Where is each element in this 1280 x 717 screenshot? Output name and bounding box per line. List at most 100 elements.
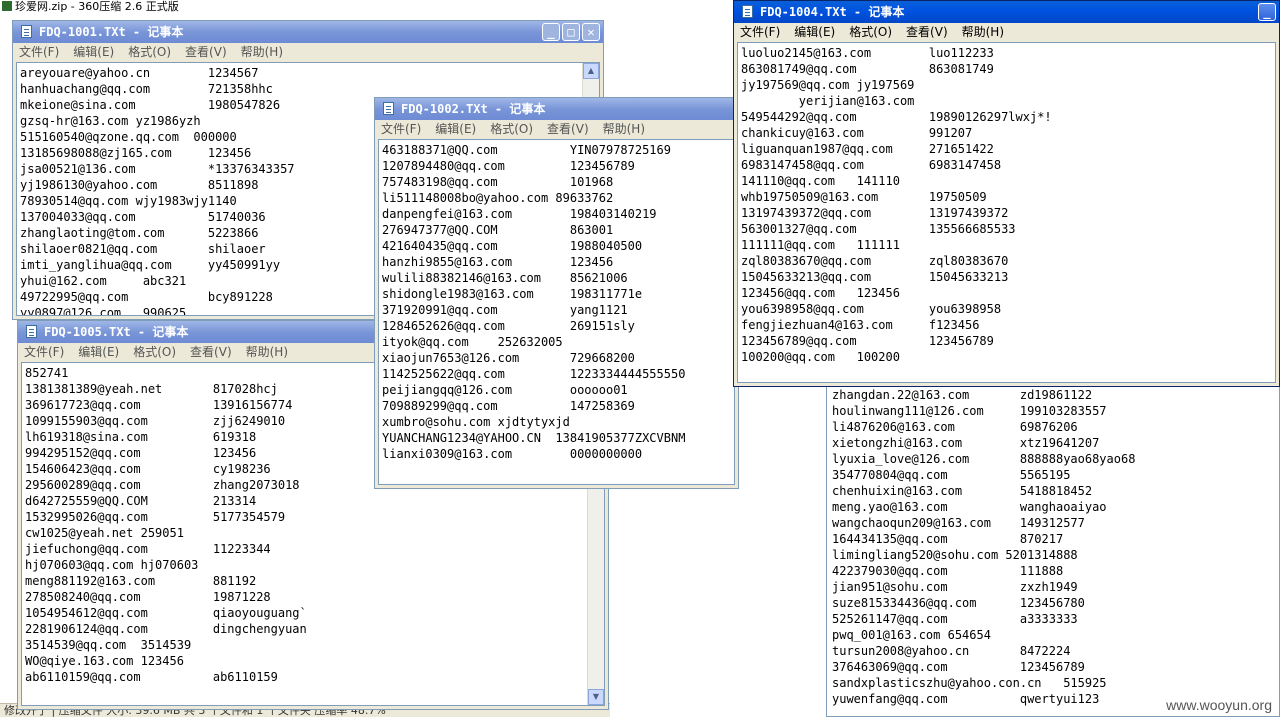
- text-line: d642725559@QQ.COM 213314: [25, 494, 257, 508]
- watermark: www.wooyun.org: [1166, 697, 1272, 713]
- menu-item[interactable]: 编辑(E): [794, 25, 835, 39]
- text-line: 463188371@QQ.com YIN07978725169: [382, 143, 671, 157]
- window-titlebar[interactable]: FDQ-1004.TXt - 记事本 _: [734, 1, 1279, 23]
- menu-item[interactable]: 文件(F): [740, 25, 780, 39]
- text-line: 278508240@qq.com 19871228: [25, 590, 271, 604]
- text-line: lyuxia_love@126.com 888888yao68yao68: [832, 452, 1136, 466]
- menu-bar: 文件(F) 编辑(E) 格式(O) 查看(V) 帮助(H): [734, 23, 1279, 42]
- text-line: 1142525622@qq.com 1223334444555550: [382, 367, 686, 381]
- text-line: ab6110159@qq.com ab6110159: [25, 670, 278, 684]
- text-line: houlinwang111@126.com 199103283557: [832, 404, 1107, 418]
- text-line: whb19750509@163.com 19750509: [741, 190, 987, 204]
- menu-item[interactable]: 查看(V): [185, 45, 227, 59]
- notepad-window-1002[interactable]: FDQ-1002.TXt - 记事本 文件(F) 编辑(E) 格式(O) 查看(V) 帮…: [374, 97, 739, 489]
- text-line: fengjiezhuan4@163.com f123456: [741, 318, 980, 332]
- notepad-icon: [21, 25, 32, 38]
- menu-item[interactable]: 格式(O): [849, 25, 892, 39]
- text-line: areyouare@yahoo.cn 1234567: [20, 66, 259, 80]
- menu-item[interactable]: 编辑(E): [435, 122, 476, 136]
- menu-item[interactable]: 格式(O): [133, 345, 176, 359]
- text-line: yerijian@163.com: [741, 94, 915, 108]
- text-line: 757483198@qq.com 101968: [382, 175, 614, 189]
- text-line: sandxplasticszhu@yahoo.con.cn 515925: [832, 676, 1107, 690]
- menu-item[interactable]: 编辑(E): [78, 345, 119, 359]
- text-line: 6983147458@qq.com 6983147458: [741, 158, 1002, 172]
- menu-item[interactable]: 文件(F): [381, 122, 421, 136]
- menu-item[interactable]: 帮助(H): [603, 122, 645, 136]
- menu-bar: 文件(F) 编辑(E) 格式(O) 查看(V) 帮助(H): [13, 43, 603, 62]
- text-line: 863081749@qq.com 863081749: [741, 62, 994, 76]
- menu-item[interactable]: 查看(V): [906, 25, 948, 39]
- text-line: 164434135@qq.com 870217: [832, 532, 1064, 546]
- menu-item[interactable]: 文件(F): [19, 45, 59, 59]
- text-line: jy197569@qq.com jy197569: [741, 78, 915, 92]
- text-line: 422379030@qq.com 111888: [832, 564, 1064, 578]
- text-line: 13197439372@qq.com 13197439372: [741, 206, 1009, 220]
- text-line: xiaojun7653@126.com 729668200: [382, 351, 635, 365]
- menu-item[interactable]: 格式(O): [128, 45, 171, 59]
- minimize-button[interactable]: _: [1258, 3, 1276, 21]
- text-line: 371920991@qq.com yang1121: [382, 303, 628, 317]
- text-line: zql80383670@qq.com zql80383670: [741, 254, 1009, 268]
- close-button[interactable]: ✕: [582, 23, 600, 41]
- text-line: cw1025@yeah.net 259051: [25, 526, 184, 540]
- menu-item[interactable]: 帮助(H): [962, 25, 1004, 39]
- text-line: 709889299@qq.com 147258369: [382, 399, 635, 413]
- text-line: luoluo2145@163.com luo112233: [741, 46, 994, 60]
- text-line: li511148008bo@yahoo.com 89633762: [382, 191, 614, 205]
- text-line: pwq_001@163.com 654654: [832, 628, 991, 642]
- text-line: meng.yao@163.com wanghaoaiyao: [832, 500, 1107, 514]
- window-title: FDQ-1004.TXt - 记事本: [760, 5, 905, 19]
- text-line: 15045633213@qq.com 15045633213: [741, 270, 1009, 284]
- text-line: danpengfei@163.com 198403140219: [382, 207, 657, 221]
- scroll-down-icon[interactable]: ▼: [588, 689, 604, 705]
- text-line: chankicuy@163.com 991207: [741, 126, 973, 140]
- text-area[interactable]: 463188371@QQ.com YIN07978725169 120789448…: [378, 139, 735, 485]
- text-line: 563001327@qq.com 135566685533: [741, 222, 1016, 236]
- text-area[interactable]: luoluo2145@163.com luo112233 863081749@qq…: [737, 42, 1276, 383]
- text-line: 141110@qq.com 141110: [741, 174, 900, 188]
- notepad-window-1004[interactable]: FDQ-1004.TXt - 记事本 _ 文件(F) 编辑(E) 格式(O) 查看(V…: [733, 0, 1280, 387]
- text-line: limingliang520@sohu.com 5201314888: [832, 548, 1078, 562]
- menu-item[interactable]: 编辑(E): [73, 45, 114, 59]
- text-line: 100200@qq.com 100200: [741, 350, 900, 364]
- text-line: meng881192@163.com 881192: [25, 574, 257, 588]
- text-line: wulili88382146@163.com 85621006: [382, 271, 628, 285]
- window-title: FDQ-1005.TXt - 记事本: [44, 325, 189, 339]
- text-line: shidongle1983@163.com 198311771e: [382, 287, 643, 301]
- maximize-button[interactable]: □: [562, 23, 580, 41]
- text-line: 549544292@qq.com 19890126297lwxj*!: [741, 110, 1052, 124]
- menu-item[interactable]: 文件(F): [24, 345, 64, 359]
- menu-item[interactable]: 查看(V): [547, 122, 589, 136]
- notepad-icon: [383, 102, 394, 115]
- text-line: WO@qiye.163.com 123456: [25, 654, 184, 668]
- scroll-up-icon[interactable]: ▲: [583, 63, 599, 79]
- text-line: 1054954612@qq.com qiaoyouguang`: [25, 606, 307, 620]
- text-line: YUANCHANG1234@YAHOO.CN 13841905377ZXCVBN…: [382, 431, 686, 445]
- menu-item[interactable]: 帮助(H): [241, 45, 283, 59]
- window-titlebar[interactable]: FDQ-1002.TXt - 记事本: [375, 98, 738, 120]
- text-line: li4876206@163.com 69876206: [832, 420, 1078, 434]
- window-title: FDQ-1002.TXt - 记事本: [401, 102, 546, 116]
- menu-item[interactable]: 格式(O): [490, 122, 533, 136]
- text-line: lianxi0309@163.com 0000000000: [382, 447, 643, 461]
- menu-item[interactable]: 查看(V): [190, 345, 232, 359]
- text-line: liguanquan1987@qq.com 271651422: [741, 142, 994, 156]
- window-titlebar[interactable]: FDQ-1001.TXt - 记事本 _ □ ✕: [13, 21, 603, 43]
- text-content: 463188371@QQ.com YIN07978725169 120789448…: [382, 142, 731, 462]
- text-line: hanzhi9855@163.com 123456: [382, 255, 614, 269]
- text-line: xumbro@sohu.com xjdtytyxjd: [382, 415, 570, 429]
- minimize-button[interactable]: _: [542, 23, 560, 41]
- text-line: you6398958@qq.com you6398958: [741, 302, 1002, 316]
- text-line: 111111@qq.com 111111: [741, 238, 900, 252]
- notepad-window-1003[interactable]: zhangdan.22@163.com zd19861122 houlinwang…: [826, 380, 1280, 717]
- text-line: 421640435@qq.com 1988040500: [382, 239, 643, 253]
- text-line: jiefuchong@qq.com 11223344: [25, 542, 271, 556]
- menu-item[interactable]: 帮助(H): [246, 345, 288, 359]
- text-line: 123456789@qq.com 123456789: [741, 334, 994, 348]
- text-line: 2281906124@qq.com dingchengyuan: [25, 622, 307, 636]
- text-line: ityok@qq.com 252632005: [382, 335, 563, 349]
- text-line: 1284652626@qq.com 269151sly: [382, 319, 635, 333]
- text-line: hj070603@qq.com hj070603: [25, 558, 199, 572]
- text-area[interactable]: zhangdan.22@163.com zd19861122 houlinwang…: [827, 381, 1279, 716]
